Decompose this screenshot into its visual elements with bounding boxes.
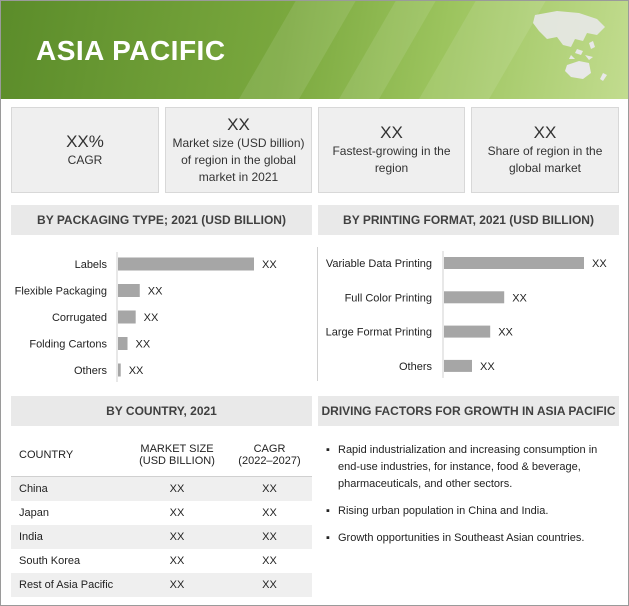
table-cell: XX (169, 555, 185, 567)
category-label: Flexible Packaging (15, 286, 107, 298)
kpi-fastest-growing: XX Fastest-growing in the region (318, 107, 465, 193)
category-label: Full Color Printing (345, 292, 432, 304)
list-item: ▪ Rapid industrialization and increasing… (324, 442, 620, 493)
table-row: Japan XX XX (11, 501, 312, 525)
kpi-market-size: XX Market size (USD billion) of region i… (165, 107, 312, 193)
bullet-icon: ▪ (326, 532, 330, 544)
section-header-printing: BY PRINTING FORMAT, 2021 (USD BILLION) (318, 205, 619, 235)
table-cell: XX (227, 573, 312, 597)
table-cell: XX (169, 507, 185, 519)
data-label: XX (129, 365, 144, 377)
table-cell: Japan (19, 507, 49, 519)
bar (444, 325, 491, 338)
printing-format-chart: Variable Data Printing XX Full Color Print… (326, 251, 607, 378)
asia-pacific-map-icon (533, 11, 607, 81)
table-cell: XX (262, 507, 277, 519)
bar (444, 257, 584, 269)
category-label: Variable Data Printing (326, 258, 432, 270)
kpi-value: XX (227, 114, 250, 134)
bar (118, 310, 136, 324)
data-label: XX (480, 361, 495, 373)
list-item-text: Rapid industrialization and increasing c… (338, 444, 598, 490)
category-label: Others (399, 361, 433, 373)
table-header-market-size: MARKET SIZE (USD BILLION) (127, 434, 227, 477)
data-label: XX (592, 258, 607, 270)
kpi-label: Fastest-growing in the region (332, 144, 451, 175)
data-label: XX (136, 339, 151, 351)
kpi-value: XX% (66, 131, 104, 151)
country-table: COUNTRY MARKET SIZE (USD BILLION) CAGR (20… (11, 434, 312, 597)
list-item: ▪ Rising urban population in China and I… (324, 503, 620, 520)
kpi-label: CAGR (67, 152, 103, 167)
data-label: XX (512, 292, 527, 304)
category-label: Labels (75, 259, 108, 271)
bar (444, 359, 472, 372)
kpi-cagr: XX% CAGR (11, 107, 159, 193)
kpi-value: XX (380, 123, 403, 142)
data-label: XX (262, 259, 277, 271)
header-banner: ASIA PACIFIC (1, 1, 628, 99)
kpi-label: Market size (USD billion) of region in t… (172, 135, 305, 184)
packaging-type-chart: Labels XX Flexible Packaging XX Corrugated XX… (15, 252, 277, 382)
category-label: Large Format Printing (326, 327, 432, 339)
section-header-packaging: BY PACKAGING TYPE; 2021 (USD BILLION) (11, 205, 312, 235)
table-cell: XX (127, 525, 227, 549)
kpi-label: Share of region in the global market (487, 144, 603, 175)
bar (118, 337, 128, 350)
table-cell: Rest of Asia Pacific (11, 573, 127, 597)
data-label: XX (144, 312, 159, 324)
table-header-country: COUNTRY (11, 434, 127, 477)
list-item: ▪ Growth opportunities in Southeast Asia… (324, 530, 620, 547)
table-cell: China (11, 476, 127, 501)
category-label: Others (74, 365, 108, 377)
bullet-icon: ▪ (326, 444, 330, 456)
data-label: XX (498, 327, 513, 339)
table-cell: India (11, 525, 127, 549)
table-row: South Korea XX XX (11, 549, 312, 573)
table-cell: XX (227, 525, 312, 549)
table-row: India XX XX (11, 525, 312, 549)
page-title: ASIA PACIFIC (36, 35, 226, 66)
list-item-text: Rising urban population in China and Ind… (338, 505, 549, 517)
table-cell: XX (127, 476, 227, 501)
infographic-frame: ASIA PACIFIC XX% CAGR XX Market size (US… (0, 0, 629, 606)
bullet-icon: ▪ (326, 505, 330, 517)
driving-factors-list: ▪ Rapid industrialization and increasing… (324, 442, 620, 557)
table-row: Rest of Asia Pacific XX XX (11, 573, 312, 597)
table-cell: XX (127, 573, 227, 597)
section-header-country: BY COUNTRY, 2021 (11, 396, 312, 426)
bar (118, 284, 140, 297)
section-header-drivers: DRIVING FACTORS FOR GROWTH IN ASIA PACIF… (318, 396, 619, 426)
kpi-value: XX (533, 123, 557, 142)
table-cell: XX (227, 476, 312, 501)
table-cell: South Korea (19, 555, 81, 567)
table-header-cagr: CAGR (2022–2027) (227, 434, 312, 477)
category-label: Folding Cartons (29, 339, 107, 351)
kpi-share: XX Share of region in the global market (471, 107, 619, 193)
bar (444, 291, 505, 304)
bar (118, 363, 121, 377)
table-cell: XX (262, 555, 277, 567)
bar (118, 257, 254, 271)
table-row: China XX XX (11, 476, 312, 501)
list-item-text: Growth opportunities in Southeast Asian … (338, 532, 585, 544)
data-label: XX (148, 286, 163, 298)
category-label: Corrugated (52, 312, 107, 324)
